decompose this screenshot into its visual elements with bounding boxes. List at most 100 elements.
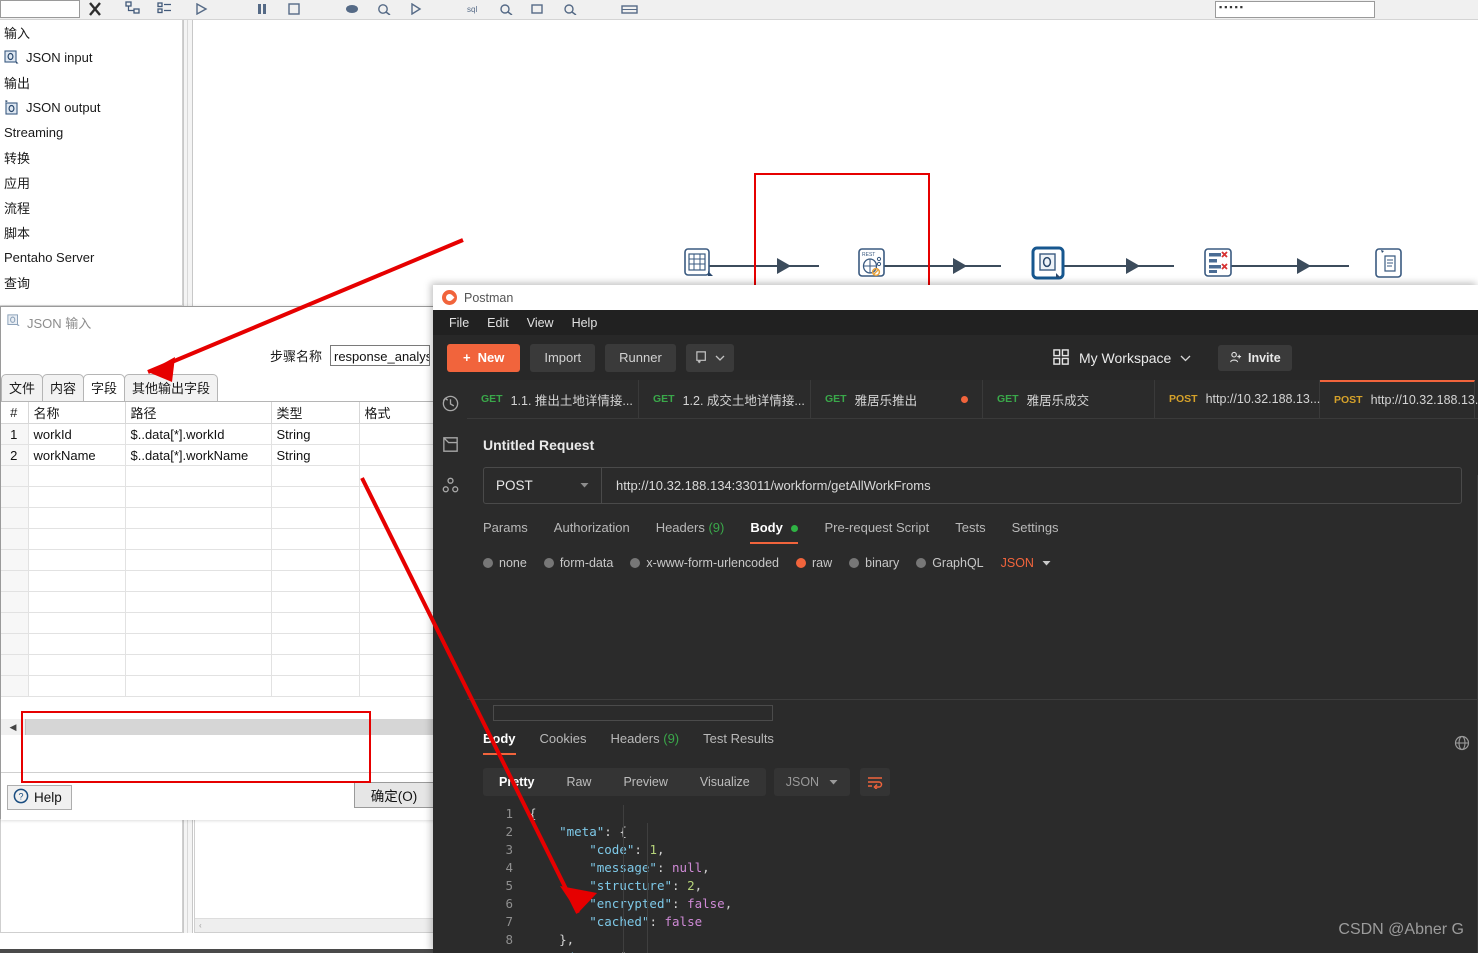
tab-headers[interactable]: Headers (9) [656, 520, 725, 544]
view-preview[interactable]: Preview [607, 775, 683, 789]
view-visualize[interactable]: Visualize [684, 775, 766, 789]
pdi-toolbar-textbox[interactable] [0, 0, 80, 18]
row-type[interactable]: String [271, 423, 360, 445]
request-tab-6[interactable]: POST http://10.32.188.13... [1320, 380, 1478, 418]
row-type[interactable]: String [271, 444, 360, 466]
request-tab-2[interactable]: GET 1.2. 成交土地详情接... [639, 380, 811, 418]
row-name[interactable]: workName [28, 444, 126, 466]
tree-category-script[interactable]: 脚本 [0, 220, 182, 245]
view-pretty[interactable]: Pretty [483, 775, 550, 789]
table-row[interactable] [1, 486, 439, 508]
workspace-selector[interactable]: My Workspace [1053, 349, 1191, 366]
globe-icon[interactable] [1454, 735, 1470, 751]
step-tree-panel[interactable]: 输入 JSON input 输出 JSON output Streaming 转… [0, 20, 183, 305]
request-tab-bar[interactable]: GET 1.1. 推出土地详情接... GET 1.2. 成交土地详情接... … [467, 380, 1478, 419]
row-format[interactable] [359, 444, 439, 466]
help-button[interactable]: ? Help [7, 785, 72, 810]
import-button[interactable]: Import [530, 343, 596, 372]
postman-window[interactable]: Postman File Edit View Help + New Import… [433, 285, 1478, 953]
response-tab-bar[interactable]: Body Cookies Headers (9) Test Results [483, 731, 774, 755]
table-row[interactable] [1, 465, 439, 487]
body-type-graphql[interactable]: GraphQL [916, 556, 984, 570]
scroll-left-icon[interactable]: ◀ [1, 719, 26, 735]
invite-button[interactable]: Invite [1218, 344, 1292, 371]
tree-category-application[interactable]: 应用 [0, 170, 182, 195]
tree-category-streaming[interactable]: Streaming [0, 120, 182, 145]
menu-edit[interactable]: Edit [487, 316, 509, 330]
table-row[interactable] [1, 570, 439, 592]
pdi-lower-mid-scrollbar[interactable]: ‹ [195, 918, 437, 932]
fields-grid-body[interactable]: 1 workId $..data[*].workId String 2 work… [1, 423, 439, 697]
request-tab-5[interactable]: POST http://10.32.188.13... [1155, 380, 1320, 418]
response-tab-cookies[interactable]: Cookies [540, 731, 587, 755]
table-row[interactable] [1, 654, 439, 676]
tree-item-json-input[interactable]: JSON input [0, 45, 182, 70]
tree-category-pentaho-server[interactable]: Pentaho Server [0, 245, 182, 270]
postman-menubar[interactable]: File Edit View Help [433, 310, 1478, 335]
json-input-step-dialog[interactable]: JSON 输入 步骤名称 response_analysis 文件 内容 字段 … [0, 306, 439, 820]
response-tab-body[interactable]: Body [483, 731, 516, 755]
menu-file[interactable]: File [449, 316, 469, 330]
tree-category-transform[interactable]: 转换 [0, 145, 182, 170]
row-format[interactable] [359, 423, 439, 445]
tab-settings[interactable]: Settings [1012, 520, 1059, 544]
table-row[interactable]: 2 workName $..data[*].workName String [1, 444, 439, 466]
body-type-form-data[interactable]: form-data [543, 556, 613, 570]
request-body-editor-strip[interactable] [493, 705, 773, 721]
tab-authorization[interactable]: Authorization [554, 520, 630, 544]
postman-sidebar-rail[interactable] [433, 380, 467, 953]
menu-view[interactable]: View [527, 316, 554, 330]
new-window-button[interactable] [685, 343, 734, 372]
tab-content[interactable]: 内容 [42, 374, 85, 401]
fields-grid-wrapper[interactable]: # 名称 路径 类型 格式 1 workId $..data[*].workId… [1, 401, 439, 719]
response-body-code[interactable]: 1{2 "meta": {3 "code": 1,4 "message": nu… [467, 805, 1478, 953]
apis-icon[interactable] [441, 476, 460, 495]
pdi-zoom-combo[interactable]: ▪▪▪▪▪ [1215, 1, 1375, 18]
tab-tests[interactable]: Tests [955, 520, 985, 544]
tree-category-flow[interactable]: 流程 [0, 195, 182, 220]
body-format-selector[interactable]: JSON [1001, 556, 1051, 570]
new-button[interactable]: + New [447, 343, 521, 372]
table-row[interactable] [1, 591, 439, 613]
tab-params[interactable]: Params [483, 520, 528, 544]
history-icon[interactable] [441, 394, 460, 413]
url-input[interactable]: http://10.32.188.134:33011/workform/getA… [602, 468, 1461, 503]
tab-fields[interactable]: 字段 [83, 374, 126, 401]
tab-body[interactable]: Body [750, 520, 799, 544]
row-path[interactable]: $..data[*].workName [125, 444, 272, 466]
body-type-binary[interactable]: binary [849, 556, 899, 570]
tab-pre-request-script[interactable]: Pre-request Script [824, 520, 929, 544]
view-raw[interactable]: Raw [550, 775, 607, 789]
tab-additional-output-fields[interactable]: 其他输出字段 [124, 374, 219, 401]
close-icon[interactable] [84, 0, 106, 18]
fields-grid-hscrollbar[interactable]: ◀ [1, 719, 438, 735]
url-bar[interactable]: POST http://10.32.188.134:33011/workform… [483, 467, 1462, 504]
tree-category-output[interactable]: 输出 [0, 70, 182, 95]
request-tab-3[interactable]: GET 雅居乐推出 [811, 380, 983, 418]
response-format-selector[interactable]: JSON [773, 768, 851, 796]
pdi-run-toolbar[interactable]: sql [195, 0, 639, 18]
table-row[interactable] [1, 675, 439, 697]
postman-main-area[interactable]: GET 1.1. 推出土地详情接... GET 1.2. 成交土地详情接... … [467, 380, 1478, 953]
table-row[interactable] [1, 528, 439, 550]
body-type-urlencoded[interactable]: x-www-form-urlencoded [630, 556, 779, 570]
response-tab-headers[interactable]: Headers (9) [610, 731, 679, 755]
ok-button[interactable]: 确定(O) [354, 782, 434, 808]
request-tab-1[interactable]: GET 1.1. 推出土地详情接... [467, 380, 639, 418]
row-path[interactable]: $..data[*].workId [125, 423, 272, 445]
step-name-input[interactable]: response_analysis [330, 345, 430, 366]
pdi-toolbar-view-icons[interactable] [125, 1, 173, 16]
response-view-bar[interactable]: Pretty Raw Preview Visualize JSON [483, 768, 891, 796]
method-selector[interactable]: POST [484, 468, 602, 503]
fields-grid[interactable]: # 名称 路径 类型 格式 1 workId $..data[*].workId… [1, 402, 439, 697]
table-row[interactable] [1, 507, 439, 529]
table-row[interactable] [1, 549, 439, 571]
tree-item-json-output[interactable]: JSON output [0, 95, 182, 120]
request-section-tabs[interactable]: Params Authorization Headers (9) Body Pr… [483, 520, 1478, 544]
table-row[interactable]: 1 workId $..data[*].workId String [1, 423, 439, 445]
tree-category-query[interactable]: 查询 [0, 270, 182, 295]
table-row[interactable] [1, 633, 439, 655]
runner-button[interactable]: Runner [605, 343, 676, 372]
tree-category-input[interactable]: 输入 [0, 20, 182, 45]
body-type-options[interactable]: none form-data x-www-form-urlencoded raw… [483, 556, 1478, 570]
